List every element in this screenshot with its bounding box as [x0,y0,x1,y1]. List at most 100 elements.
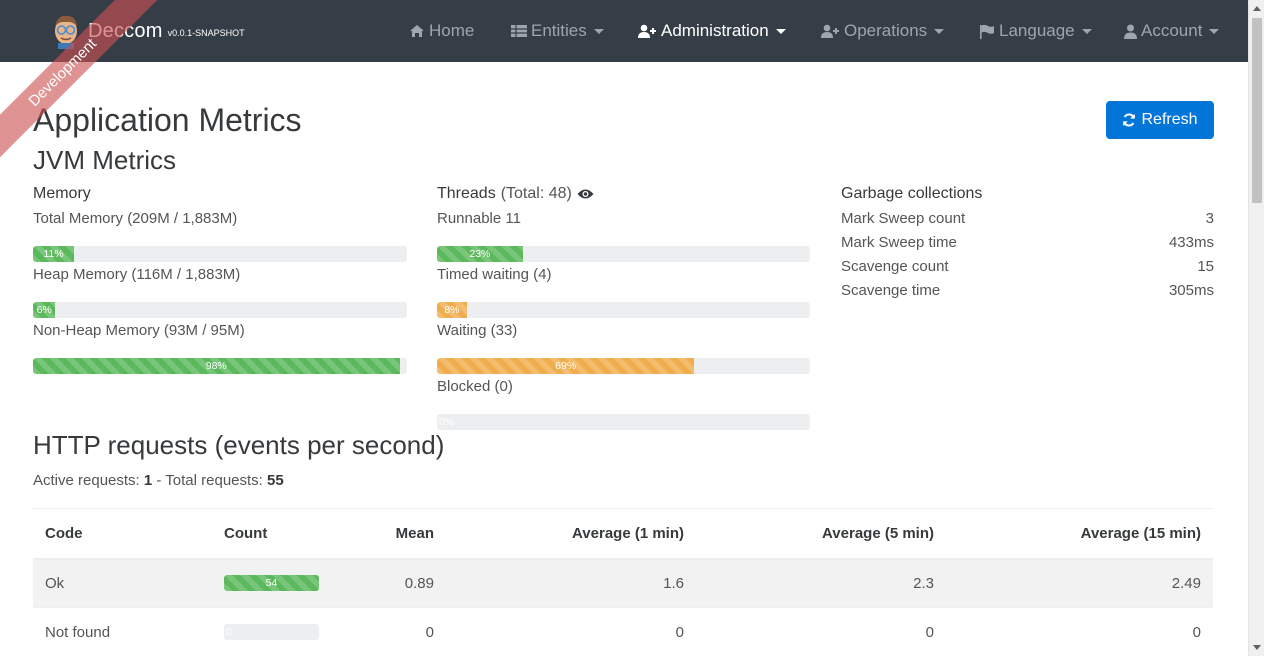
blocked-bar: 0% [437,414,810,430]
eye-icon[interactable] [577,188,594,200]
avg-5min-cell: 0 [696,607,946,656]
nav-language[interactable]: Language [979,0,1092,62]
scrollbar-thumb[interactable] [1252,18,1262,203]
threads-total: (Total: 48) [500,185,572,202]
heap-memory-bar-fill: 6% [33,302,56,318]
gc-row-value: 3 [1205,210,1214,227]
nav-entities[interactable]: Entities [511,0,604,62]
count-bar-fill: 54 [224,575,319,592]
table-row: Ok 54 0.89 1.6 2.3 2.49 [33,558,1213,608]
home-icon [410,25,424,37]
nav-administration-label: Administration [661,21,769,40]
vertical-scrollbar[interactable] [1248,0,1264,656]
nav-account[interactable]: Account [1124,0,1220,62]
mean-cell: 0.89 [332,558,446,608]
avg-15min-cell: 0 [946,607,1213,656]
memory-title: Memory [33,185,91,202]
gc-row-label: Mark Sweep time [841,234,957,251]
column-header-code: Code [33,508,212,560]
nav-home-label: Home [429,21,475,40]
code-cell: Ok [33,558,212,608]
column-header-avg-1min: Average (1 min) [446,508,696,560]
gc-row-label: Scavenge time [841,282,941,299]
active-requests-prefix: Active requests: [33,472,140,489]
blocked-label: Blocked (0) [437,378,513,395]
flag-icon [980,24,994,39]
page-title: Application Metrics [33,102,302,138]
timed-waiting-label: Timed waiting (4) [437,266,552,283]
http-requests-table: Code Count Mean Average (1 min) Average … [33,508,1213,656]
timed-waiting-bar-fill: 8% [437,302,467,318]
refresh-icon [1123,113,1136,127]
nav-operations[interactable]: Operations [821,0,945,62]
brand-version: v0.0.1-SNAPSHOT [167,28,245,38]
table-row: Not found 0 0 0 0 0 [33,607,1213,656]
threads-title: Threads [437,185,496,202]
heap-memory-label: Heap Memory (116M / 1,883M) [33,266,241,283]
nav-entities-label: Entities [531,21,587,40]
avg-5min-cell: 2.3 [696,558,946,608]
heap-memory-bar: 6% [33,302,407,318]
nonheap-memory-bar: 98% [33,358,407,374]
table-header-row: Code Count Mean Average (1 min) Average … [33,508,1213,560]
waiting-bar: 69% [437,358,810,374]
chevron-down-icon [1081,28,1092,34]
column-header-avg-15min: Average (15 min) [946,508,1213,560]
count-cell: 0 [212,607,332,656]
navbar: Deccom v0.0.1-SNAPSHOT Home Entities Adm… [0,0,1248,62]
chevron-down-icon [775,28,786,34]
nav-account-label: Account [1141,21,1203,40]
scroll-down-icon[interactable] [1253,645,1261,650]
total-memory-bar: 11% [33,246,407,262]
runnable-bar: 23% [437,246,810,262]
nav-language-label: Language [999,21,1075,40]
jvm-metrics-title: JVM Metrics [33,145,176,175]
avg-1min-cell: 0 [446,607,696,656]
table-icon [511,25,527,37]
gc-row: Scavenge time 305ms [841,282,1214,299]
user-icon [1124,24,1137,39]
threads-title-row: Threads (Total: 48) [437,185,594,203]
timed-waiting-bar: 8% [437,302,810,318]
gc-row-value: 15 [1197,258,1214,275]
gc-row-label: Mark Sweep count [841,210,966,227]
chevron-down-icon [934,28,945,34]
blocked-bar-text: 0% [439,416,455,428]
count-bar: 0 [224,624,319,641]
total-memory-bar-fill: 11% [33,246,75,262]
refresh-button[interactable]: Refresh [1106,101,1214,139]
gc-row: Mark Sweep count 3 [841,210,1214,227]
gc-row-value: 433ms [1168,234,1214,251]
code-cell: Not found [33,607,212,656]
mean-cell: 0 [332,607,446,656]
nav-operations-label: Operations [844,21,928,40]
nonheap-memory-bar-fill: 98% [33,358,400,374]
total-memory-label: Total Memory (209M / 1,883M) [33,210,238,227]
active-requests-summary: Active requests: 1 - Total requests: 55 [33,472,284,489]
active-requests-value: 1 [143,472,153,489]
chevron-down-icon [1209,28,1220,34]
scroll-up-icon[interactable] [1253,6,1261,11]
waiting-label: Waiting (33) [437,322,518,339]
column-header-count: Count [212,508,332,560]
count-bar-text: 0 [226,626,232,639]
nav-home[interactable]: Home [409,0,474,62]
count-cell: 54 [212,558,332,608]
gc-row: Scavenge count 15 [841,258,1214,275]
gc-row-label: Scavenge count [841,258,949,275]
count-bar: 54 [224,575,319,592]
gc-row-value: 305ms [1168,282,1214,299]
nav-administration[interactable]: Administration [638,0,786,62]
column-header-avg-5min: Average (5 min) [696,508,946,560]
avg-15min-cell: 2.49 [946,558,1213,608]
user-plus-icon [638,24,656,38]
gc-title: Garbage collections [841,185,983,202]
waiting-bar-fill: 69% [437,358,695,374]
user-plus-icon [821,24,839,38]
column-header-mean: Mean [332,508,446,560]
total-requests-value: 55 [267,472,284,489]
runnable-label: Runnable 11 [437,210,521,227]
gc-row: Mark Sweep time 433ms [841,234,1214,251]
nonheap-memory-label: Non-Heap Memory (93M / 95M) [33,322,245,339]
total-requests-prefix: - Total requests: [156,472,263,489]
